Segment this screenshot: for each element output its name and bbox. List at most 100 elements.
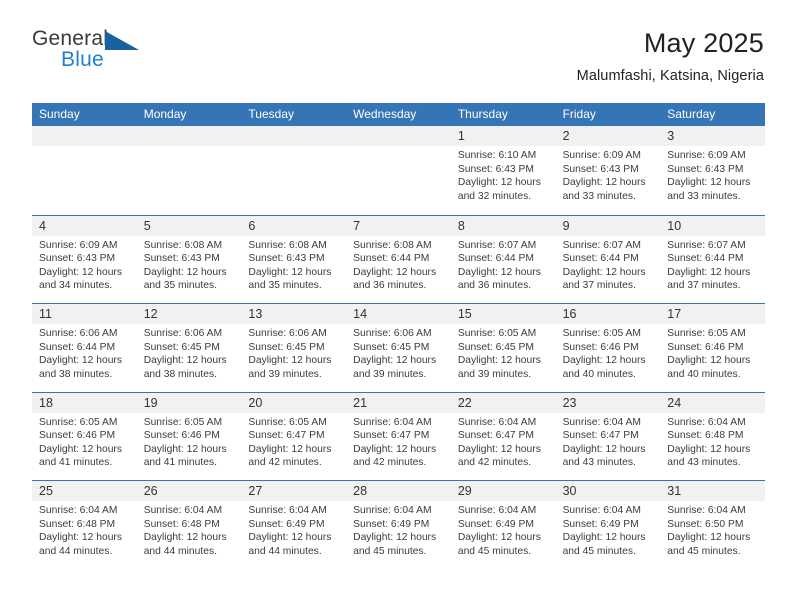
day-cell[interactable]: 25 Sunrise: 6:04 AM Sunset: 6:48 PM Dayligh…: [32, 481, 137, 569]
sunset-text: Sunset: 6:43 PM: [667, 163, 744, 175]
day-cell[interactable]: 2 Sunrise: 6:09 AM Sunset: 6:43 PM Daylight…: [555, 126, 661, 215]
day-details: Sunrise: 6:07 AM Sunset: 6:44 PM Daylight:…: [451, 236, 556, 293]
logo-text-blue: Blue: [61, 48, 104, 71]
sunrise-text: Sunrise: 6:04 AM: [143, 505, 223, 516]
daylight-text-line1: Daylight: 12 hours: [39, 532, 122, 544]
day-number-strip: 10: [660, 215, 765, 236]
day-number-strip: 7: [346, 215, 451, 236]
day-cell[interactable]: 4 Sunrise: 6:09 AM Sunset: 6:43 PM Daylight…: [32, 215, 137, 303]
day-details: Sunrise: 6:06 AM Sunset: 6:45 PM Daylight:…: [241, 324, 346, 381]
general-blue-logo[interactable]: General Blue: [32, 28, 144, 80]
day-cell[interactable]: 3 Sunrise: 6:09 AM Sunset: 6:43 PM Daylight…: [660, 126, 765, 215]
day-cell[interactable]: 7 Sunrise: 6:08 AM Sunset: 6:44 PM Daylight…: [346, 215, 451, 303]
day-cell[interactable]: 8 Sunrise: 6:07 AM Sunset: 6:44 PM Daylight…: [450, 215, 556, 303]
day-number: 3: [667, 129, 675, 143]
daylight-text-line1: Daylight: 12 hours: [562, 177, 646, 189]
sunset-text: Sunset: 6:46 PM: [39, 430, 116, 442]
daylight-text-line2: and 38 minutes.: [143, 368, 217, 380]
day-number: 28: [353, 484, 368, 498]
daylight-text-line2: and 42 minutes.: [353, 457, 427, 469]
sunset-text: Sunset: 6:49 PM: [353, 518, 430, 530]
day-number: 6: [248, 218, 256, 233]
day-details: Sunrise: 6:04 AM Sunset: 6:48 PM Daylight:…: [32, 501, 137, 558]
day-cell[interactable]: 17 Sunrise: 6:05 AM Sunset: 6:46 PM Dayligh…: [660, 304, 765, 392]
daylight-text-line2: and 43 minutes.: [667, 457, 741, 469]
day-number-strip: [241, 126, 347, 146]
day-cell[interactable]: 12 Sunrise: 6:06 AM Sunset: 6:45 PM Dayligh…: [136, 304, 242, 392]
day-cell[interactable]: 26 Sunrise: 6:04 AM Sunset: 6:48 PM Dayligh…: [136, 481, 242, 569]
day-number: 7: [353, 218, 361, 233]
day-number-strip: 19: [136, 392, 242, 413]
daylight-text-line1: Daylight: 12 hours: [353, 355, 437, 367]
day-cell[interactable]: 5 Sunrise: 6:08 AM Sunset: 6:43 PM Daylight…: [136, 215, 242, 303]
day-number: 4: [39, 218, 46, 233]
weekday-header-sunday: Sunday: [39, 107, 80, 121]
day-cell[interactable]: 11 Sunrise: 6:06 AM Sunset: 6:44 PM Dayligh…: [32, 304, 137, 392]
day-number-strip: 5: [136, 215, 242, 236]
day-cell[interactable]: 13 Sunrise: 6:06 AM Sunset: 6:45 PM Dayligh…: [241, 304, 347, 392]
sunset-text: Sunset: 6:45 PM: [353, 341, 430, 353]
day-cell[interactable]: 10 Sunrise: 6:07 AM Sunset: 6:44 PM Dayligh…: [660, 215, 765, 303]
day-cell[interactable]: 15 Sunrise: 6:05 AM Sunset: 6:45 PM Dayligh…: [450, 304, 556, 392]
day-number: 22: [457, 395, 472, 410]
sunrise-text: Sunrise: 6:08 AM: [248, 239, 327, 251]
daylight-text-line1: Daylight: 12 hours: [667, 532, 751, 544]
day-details: Sunrise: 6:04 AM Sunset: 6:47 PM Daylight:…: [556, 413, 661, 470]
day-cell[interactable]: 27 Sunrise: 6:04 AM Sunset: 6:49 PM Dayligh…: [241, 481, 347, 569]
sunset-text: Sunset: 6:49 PM: [248, 518, 325, 530]
daylight-text-line2: and 33 minutes.: [562, 190, 636, 202]
day-cell[interactable]: 18 Sunrise: 6:05 AM Sunset: 6:46 PM Dayligh…: [32, 392, 137, 480]
day-details: Sunrise: 6:06 AM Sunset: 6:45 PM Daylight:…: [346, 324, 451, 381]
daylight-text-line2: and 40 minutes.: [562, 368, 636, 380]
day-number: 27: [248, 484, 263, 498]
daylight-text-line2: and 44 minutes.: [248, 545, 322, 557]
day-details: Sunrise: 6:04 AM Sunset: 6:49 PM Daylight:…: [346, 501, 451, 558]
day-cell[interactable]: 29 Sunrise: 6:04 AM Sunset: 6:49 PM Dayligh…: [450, 481, 556, 569]
day-number-strip: 20: [241, 392, 347, 413]
day-number: 8: [457, 218, 465, 233]
day-details: Sunrise: 6:08 AM Sunset: 6:44 PM Daylight:…: [346, 236, 451, 293]
day-cell[interactable]: 23 Sunrise: 6:04 AM Sunset: 6:47 PM Dayligh…: [555, 392, 661, 480]
day-cell[interactable]: 6 Sunrise: 6:08 AM Sunset: 6:43 PM Daylight…: [241, 215, 347, 303]
day-cell[interactable]: 28 Sunrise: 6:04 AM Sunset: 6:49 PM Dayligh…: [346, 481, 451, 569]
daylight-text-line1: Daylight: 12 hours: [353, 443, 437, 455]
daylight-text-line1: Daylight: 12 hours: [143, 532, 227, 544]
sunrise-text: Sunrise: 6:04 AM: [667, 505, 746, 516]
sunrise-text: Sunrise: 6:05 AM: [562, 328, 641, 339]
day-cell[interactable]: 22 Sunrise: 6:04 AM Sunset: 6:47 PM Dayligh…: [450, 392, 556, 480]
sunrise-text: Sunrise: 6:04 AM: [353, 416, 432, 428]
day-number-strip: 22: [450, 392, 556, 413]
daylight-text-line1: Daylight: 12 hours: [562, 532, 646, 544]
sunrise-text: Sunrise: 6:04 AM: [562, 416, 641, 428]
daylight-text-line1: Daylight: 12 hours: [667, 355, 751, 367]
day-details: Sunrise: 6:05 AM Sunset: 6:46 PM Daylight:…: [32, 413, 137, 470]
day-cell[interactable]: 20 Sunrise: 6:05 AM Sunset: 6:47 PM Dayligh…: [241, 392, 347, 480]
daylight-text-line2: and 38 minutes.: [39, 368, 113, 380]
day-cell[interactable]: 9 Sunrise: 6:07 AM Sunset: 6:44 PM Daylight…: [555, 215, 661, 303]
day-number-strip: 6: [241, 215, 347, 236]
daylight-text-line1: Daylight: 12 hours: [457, 266, 541, 278]
day-cell[interactable]: 14 Sunrise: 6:06 AM Sunset: 6:45 PM Dayligh…: [346, 304, 451, 392]
day-cell-empty: [346, 126, 451, 215]
daylight-text-line1: Daylight: 12 hours: [143, 355, 227, 367]
day-cell[interactable]: 30 Sunrise: 6:04 AM Sunset: 6:49 PM Dayligh…: [555, 481, 661, 569]
day-cell[interactable]: 1 Sunrise: 6:10 AM Sunset: 6:43 PM Daylight…: [450, 126, 556, 215]
sunrise-text: Sunrise: 6:07 AM: [667, 239, 746, 251]
sunrise-text: Sunrise: 6:05 AM: [667, 328, 746, 339]
daylight-text-line2: and 39 minutes.: [457, 368, 532, 380]
day-details: Sunrise: 6:04 AM Sunset: 6:49 PM Daylight:…: [451, 501, 556, 558]
day-number-strip: 18: [32, 392, 137, 413]
day-number-strip: 14: [346, 304, 451, 324]
daylight-text-line1: Daylight: 12 hours: [143, 266, 227, 278]
day-details: Sunrise: 6:04 AM Sunset: 6:47 PM Daylight:…: [346, 413, 451, 470]
day-cell[interactable]: 24 Sunrise: 6:04 AM Sunset: 6:48 PM Dayligh…: [660, 392, 765, 480]
day-number: 17: [667, 307, 682, 321]
day-cell[interactable]: 16 Sunrise: 6:05 AM Sunset: 6:46 PM Dayligh…: [555, 304, 661, 392]
day-number: 11: [39, 307, 52, 321]
day-cell[interactable]: 31 Sunrise: 6:04 AM Sunset: 6:50 PM Dayligh…: [660, 481, 765, 569]
daylight-text-line2: and 35 minutes.: [143, 280, 217, 292]
day-cell[interactable]: 19 Sunrise: 6:05 AM Sunset: 6:46 PM Dayligh…: [136, 392, 242, 480]
day-cell[interactable]: 21 Sunrise: 6:04 AM Sunset: 6:47 PM Dayligh…: [346, 392, 451, 480]
day-details: Sunrise: 6:10 AM Sunset: 6:43 PM Daylight:…: [451, 146, 556, 203]
day-number-strip: 15: [450, 304, 556, 324]
